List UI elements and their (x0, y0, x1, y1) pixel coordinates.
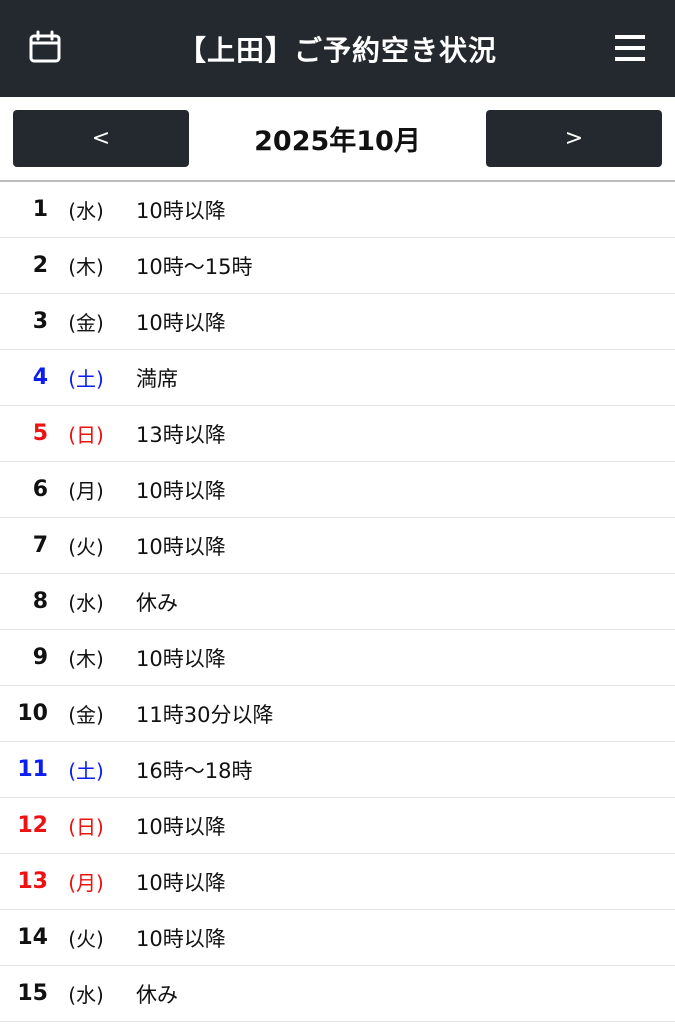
day-row: 1 (水) 10時以降 (0, 182, 675, 238)
day-number: 4 (32, 365, 48, 390)
day-row: 8 (水) 休み (0, 574, 675, 630)
day-row: 13 (月) 10時以降 (0, 854, 675, 910)
day-number: 1 (32, 197, 48, 222)
next-month-button[interactable]: > (485, 110, 662, 167)
app-header: 【上田】ご予約空き状況 (0, 0, 675, 97)
availability-status: 休み (136, 982, 178, 1007)
day-row: 2 (木) 10時〜15時 (0, 238, 675, 294)
day-number: 6 (32, 477, 48, 502)
day-number: 14 (17, 925, 48, 950)
day-row: 6 (月) 10時以降 (0, 462, 675, 518)
day-of-week: (水) (68, 199, 104, 223)
day-row: 7 (火) 10時以降 (0, 518, 675, 574)
day-number: 10 (17, 701, 48, 726)
day-of-week: (金) (68, 311, 104, 335)
availability-status: 10時以降 (136, 478, 226, 503)
day-row: 11 (土) 16時〜18時 (0, 742, 675, 798)
day-number: 15 (17, 981, 48, 1006)
prev-month-button[interactable]: < (13, 110, 189, 167)
month-label: 2025年10月 (254, 126, 421, 157)
day-of-week: (水) (68, 983, 104, 1007)
availability-status: 16時〜18時 (136, 758, 253, 783)
availability-status: 10時以降 (136, 198, 226, 223)
day-of-week: (木) (68, 255, 104, 279)
day-of-week: (木) (68, 647, 104, 671)
day-number: 12 (17, 813, 48, 838)
day-row: 14 (火) 10時以降 (0, 910, 675, 966)
hamburger-menu-icon[interactable] (613, 33, 647, 63)
availability-status: 13時以降 (136, 422, 226, 447)
day-row: 10 (金) 11時30分以降 (0, 686, 675, 742)
day-of-week: (火) (68, 535, 104, 559)
availability-status: 10時〜15時 (136, 254, 253, 279)
day-row: 5 (日) 13時以降 (0, 406, 675, 462)
availability-status: 10時以降 (136, 870, 226, 895)
day-of-week: (月) (68, 871, 104, 895)
day-row: 3 (金) 10時以降 (0, 294, 675, 350)
day-number: 7 (32, 533, 48, 558)
availability-status: 10時以降 (136, 814, 226, 839)
availability-status: 10時以降 (136, 646, 226, 671)
day-of-week: (月) (68, 479, 104, 503)
day-of-week: (土) (68, 759, 104, 783)
availability-list: 1 (水) 10時以降 2 (木) 10時〜15時 3 (金) 10時以降 4 (土) 満席 5 (日) 1… (0, 182, 675, 1022)
day-number: 11 (17, 757, 48, 782)
day-row: 4 (土) 満席 (0, 350, 675, 406)
day-row: 12 (日) 10時以降 (0, 798, 675, 854)
availability-status: 10時以降 (136, 310, 226, 335)
availability-status: 10時以降 (136, 926, 226, 951)
day-number: 9 (32, 645, 48, 670)
day-row: 15 (水) 休み (0, 966, 675, 1022)
day-of-week: (土) (68, 367, 104, 391)
page-title: 【上田】ご予約空き状況 (177, 33, 497, 67)
day-number: 5 (32, 421, 48, 446)
availability-status: 11時30分以降 (136, 702, 274, 727)
availability-status: 休み (136, 590, 178, 615)
availability-status: 10時以降 (136, 534, 226, 559)
day-number: 13 (17, 869, 48, 894)
day-of-week: (火) (68, 927, 104, 951)
calendar-icon[interactable] (28, 30, 62, 64)
day-number: 8 (32, 589, 48, 614)
day-of-week: (水) (68, 591, 104, 615)
day-number: 2 (32, 253, 48, 278)
day-of-week: (日) (68, 423, 104, 447)
day-of-week: (日) (68, 815, 104, 839)
day-number: 3 (32, 309, 48, 334)
day-of-week: (金) (68, 703, 104, 727)
availability-status: 満席 (136, 366, 178, 391)
day-row: 9 (木) 10時以降 (0, 630, 675, 686)
month-navigation: < 2025年10月 > (0, 97, 675, 182)
